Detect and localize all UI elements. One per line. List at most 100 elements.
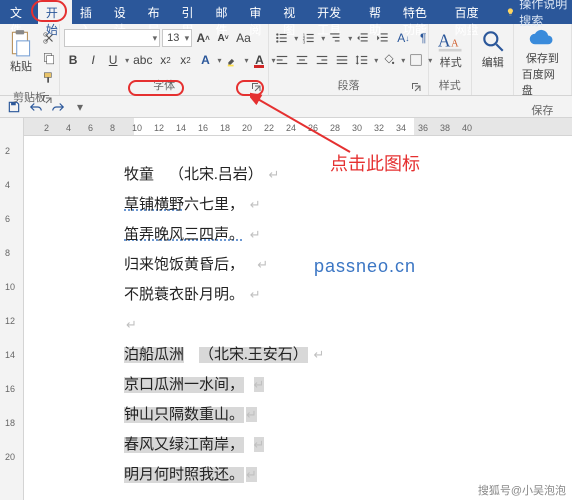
horizontal-ruler[interactable]: 246810121416182022242628303234363840 (0, 118, 572, 136)
paragraph-mark-icon: ↵ (254, 377, 265, 392)
paintbrush-icon (42, 71, 56, 85)
grow-font-button[interactable]: A˄ (194, 29, 212, 47)
borders-button[interactable] (407, 51, 425, 69)
tab-design[interactable]: 设计 (106, 0, 140, 24)
editing-button[interactable]: 编辑 (476, 26, 510, 72)
poem2-l1: 京口瓜洲一水间， (124, 377, 244, 393)
svg-text:3: 3 (303, 39, 306, 44)
paragraph-mark-icon: ↵ (254, 437, 265, 452)
ruler-tick-label: 30 (352, 123, 362, 133)
tab-file[interactable]: 文件 (0, 0, 38, 24)
tab-references[interactable]: 引用 (174, 0, 208, 24)
document-area: 2468101214161820 牧童 （北宋.吕岩） ↵ 草铺横野六七里， ↵… (0, 136, 572, 500)
line-spacing-button[interactable] (353, 51, 371, 69)
vruler-tick-label: 14 (5, 350, 15, 360)
format-painter-button[interactable] (40, 69, 58, 87)
paragraph-mark-icon: ↵ (246, 407, 257, 422)
increase-indent-button[interactable] (374, 29, 392, 47)
decrease-indent-button[interactable] (354, 29, 372, 47)
align-left-icon (275, 53, 289, 67)
vruler-tick-label: 16 (5, 384, 15, 394)
paste-label: 粘贴 (10, 58, 32, 74)
tab-view[interactable]: 视图 (275, 0, 309, 24)
italic-button[interactable]: I (84, 51, 102, 69)
line-spacing-icon (355, 53, 369, 67)
document-page[interactable]: 牧童 （北宋.吕岩） ↵ 草铺横野六七里， ↵ 笛弄晚风三四声。 ↵ 归来饱饭黄… (24, 136, 572, 500)
outdent-icon (356, 31, 370, 45)
poem2-l4: 明月何时照我还。 (124, 467, 244, 483)
font-color-button[interactable]: A (251, 51, 269, 69)
subscript-button[interactable]: x2 (156, 51, 174, 69)
ruler-tick-label: 22 (264, 123, 274, 133)
copy-button[interactable] (40, 49, 58, 67)
poem1-l1-marked: 草铺横野 (124, 197, 184, 213)
font-size-combo[interactable]: 13 (162, 29, 192, 47)
justify-button[interactable] (333, 51, 351, 69)
change-case-button[interactable]: Aa (234, 29, 253, 47)
styles-gallery-button[interactable]: A A 样式 (433, 26, 469, 72)
text-effects-button[interactable]: A (196, 51, 214, 69)
tab-special[interactable]: 特色功能 (395, 0, 447, 24)
paint-bucket-icon (382, 53, 396, 67)
tab-layout[interactable]: 布局 (140, 0, 174, 24)
save-l2: 百度网盘 (522, 66, 563, 98)
paragraph-mark-icon: ↵ (269, 167, 280, 182)
paragraph-mark-icon: ↵ (314, 347, 325, 362)
tab-review[interactable]: 审阅 (241, 0, 275, 24)
indent-icon (376, 31, 390, 45)
tab-netdisk[interactable]: 百度网盘 (447, 0, 499, 24)
vruler-tick-label: 4 (5, 180, 10, 190)
group-font: 13 A˄ A˅ Aa B I U▾ abc x2 x2 A▾ ▾ A▾ 字体 (60, 24, 269, 95)
tab-mailings[interactable]: 邮件 (207, 0, 241, 24)
sort-button[interactable]: A↓ (394, 29, 412, 47)
poem1-l3: 归来饱饭黄昏后， (124, 257, 244, 273)
tab-home[interactable]: 开始 (38, 0, 72, 24)
font-family-combo[interactable] (64, 29, 160, 47)
tab-devtools[interactable]: 开发工具 (309, 0, 361, 24)
group-styles: A A 样式 样式 (429, 24, 472, 95)
footer-credit: 搜狐号@小吴泡泡 (478, 482, 566, 498)
tell-me[interactable]: 操作说明搜索 (498, 0, 572, 24)
poem1-title-a: 牧童 (124, 160, 154, 190)
font-launcher-icon[interactable] (250, 81, 262, 93)
svg-text:A: A (451, 38, 459, 49)
clipboard-launcher-icon[interactable] (41, 93, 53, 105)
scissors-icon (42, 31, 56, 45)
styles-aa-icon: A A (437, 28, 465, 54)
vruler-tick-label: 6 (5, 214, 10, 224)
cut-button[interactable] (40, 29, 58, 47)
save-to-netdisk-button[interactable]: 保存到 百度网盘 (518, 26, 567, 100)
qat-customize-button[interactable]: ▾ (72, 99, 88, 115)
save-group-label: 保存 (518, 100, 567, 120)
paragraph-mark-icon: ↵ (250, 197, 261, 212)
shading-button[interactable] (380, 51, 398, 69)
ruler-tick-label: 6 (88, 123, 93, 133)
underline-button[interactable]: U (104, 51, 122, 69)
strikethrough-button[interactable]: abc (131, 51, 154, 69)
superscript-button[interactable]: x2 (176, 51, 194, 69)
ruler-tick-label: 28 (330, 123, 340, 133)
bold-button[interactable]: B (64, 51, 82, 69)
paragraph-launcher-icon[interactable] (410, 81, 422, 93)
styles-label: 样式 (440, 54, 462, 70)
vruler-tick-label: 18 (5, 418, 15, 428)
ruler-tick-label: 8 (110, 123, 115, 133)
ruler-tick-label: 18 (220, 123, 230, 133)
numbering-button[interactable]: 123 (300, 29, 318, 47)
multilevel-list-button[interactable] (327, 29, 345, 47)
paste-button[interactable]: 粘贴 (4, 26, 38, 76)
align-right-button[interactable] (313, 51, 331, 69)
ruler-tick-label: 34 (396, 123, 406, 133)
ruler-tick-label: 10 (132, 123, 142, 133)
tab-insert[interactable]: 插入 (72, 0, 106, 24)
save-l1: 保存到 (526, 50, 559, 66)
number-list-icon: 123 (302, 31, 316, 45)
bullets-button[interactable] (273, 29, 291, 47)
align-center-icon (295, 53, 309, 67)
align-left-button[interactable] (273, 51, 291, 69)
highlight-button[interactable] (224, 51, 242, 69)
tab-help[interactable]: 帮助 (361, 0, 395, 24)
vertical-ruler[interactable]: 2468101214161820 (0, 136, 24, 500)
align-center-button[interactable] (293, 51, 311, 69)
shrink-font-button[interactable]: A˅ (214, 29, 232, 47)
